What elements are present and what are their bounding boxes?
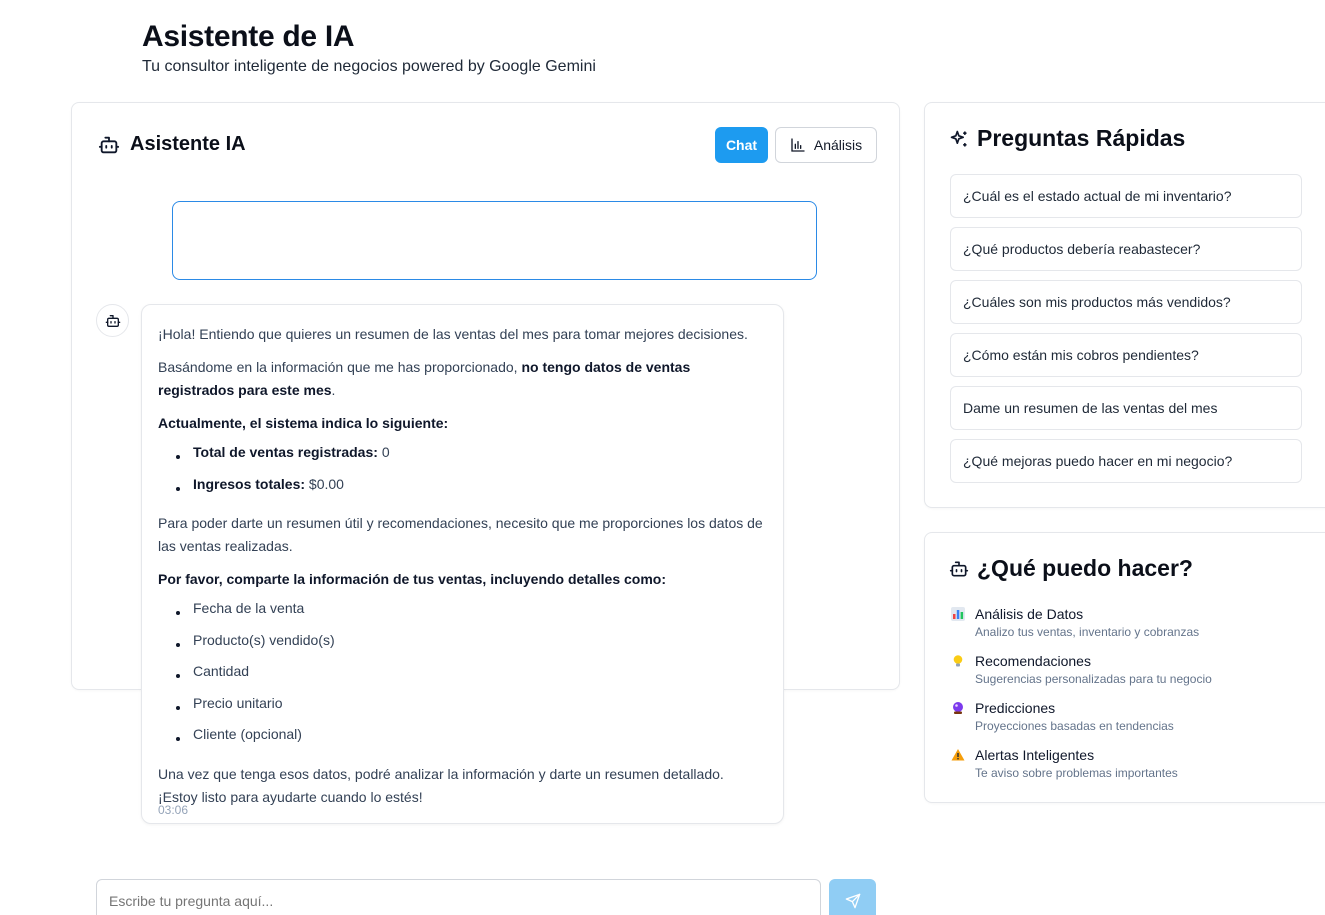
quick-question-button[interactable]: ¿Qué mejoras puedo hacer en mi negocio? xyxy=(950,439,1302,483)
user-message-bubble xyxy=(172,201,817,280)
capability-desc: Proyecciones basadas en tendencias xyxy=(975,719,1174,733)
list-item: Cantidad xyxy=(158,660,767,692)
message-timestamp: 03:06 xyxy=(158,803,189,817)
quick-questions-title: Preguntas Rápidas xyxy=(977,125,1186,151)
bar-chart-icon xyxy=(951,607,965,621)
page-header: Asistente de IA Tu consultor inteligente… xyxy=(142,20,596,76)
quick-question-button[interactable]: ¿Qué productos debería reabastecer? xyxy=(950,227,1302,271)
quick-question-button[interactable]: ¿Cuáles son mis productos más vendidos? xyxy=(950,280,1302,324)
page-title: Asistente de IA xyxy=(142,20,355,53)
capability-item: Alertas Inteligentes Te aviso sobre prob… xyxy=(951,746,1178,781)
list-item: Precio unitario xyxy=(158,692,767,724)
message-text: Basándome en la información que me has p… xyxy=(158,359,522,375)
capability-desc: Analizo tus ventas, inventario y cobranz… xyxy=(975,625,1200,639)
message-paragraph: Basándome en la información que me has p… xyxy=(158,356,767,402)
request-heading: Por favor, comparte la información de tu… xyxy=(158,571,667,587)
bot-icon xyxy=(105,314,120,327)
status-value: 0 xyxy=(381,444,390,460)
quick-question-button[interactable]: ¿Cómo están mis cobros pendientes? xyxy=(950,333,1302,377)
capability-name: Análisis de Datos xyxy=(975,606,1084,622)
capability-desc: Te aviso sobre problemas importantes xyxy=(975,766,1178,780)
warning-icon xyxy=(951,748,965,762)
capability-name: Recomendaciones xyxy=(975,653,1091,669)
list-item: Ingresos totales: $0.00 xyxy=(158,473,767,505)
capability-name: Predicciones xyxy=(975,700,1056,716)
tab-chat[interactable]: Chat xyxy=(715,127,768,163)
bot-avatar xyxy=(96,304,129,337)
list-item: Producto(s) vendido(s) xyxy=(158,629,767,661)
capabilities-panel: ¿Qué puedo hacer? Análisis de Datos Anal… xyxy=(924,532,1325,803)
quick-questions-header: Preguntas Rápidas xyxy=(949,125,1185,152)
status-heading: Actualmente, el sistema indica lo siguie… xyxy=(158,415,449,431)
tab-chat-label: Chat xyxy=(725,137,758,153)
chat-panel-header: Asistente IA xyxy=(98,133,246,156)
list-item: Total de ventas registradas: 0 xyxy=(158,441,767,473)
bar-chart-icon xyxy=(791,138,805,152)
chat-input[interactable] xyxy=(96,879,821,915)
status-value: $0.00 xyxy=(308,475,344,492)
message-greeting: ¡Hola! Entiendo que quieres un resumen d… xyxy=(158,326,748,342)
tab-analysis[interactable]: Análisis xyxy=(775,127,877,163)
capabilities-title: ¿Qué puedo hacer? xyxy=(977,555,1193,581)
send-icon xyxy=(845,893,860,909)
sparkles-icon xyxy=(950,130,967,146)
page-subtitle: Tu consultor inteligente de negocios pow… xyxy=(142,58,596,75)
chat-panel-title: Asistente IA xyxy=(130,133,246,155)
assistant-message: ¡Hola! Entiendo que quieres un resumen d… xyxy=(141,304,784,824)
status-label: Total de ventas registradas: xyxy=(193,444,378,460)
list-item: Fecha de la venta xyxy=(158,597,767,629)
capability-item: Análisis de Datos Analizo tus ventas, in… xyxy=(951,605,1199,640)
bot-icon xyxy=(98,136,120,153)
message-paragraph: Para poder darte un resumen útil y recom… xyxy=(158,515,763,554)
bot-icon xyxy=(949,561,969,576)
quick-question-button[interactable]: ¿Cuál es el estado actual de mi inventar… xyxy=(950,174,1302,218)
status-label: Ingresos totales: xyxy=(193,475,306,492)
quick-question-button[interactable]: Dame un resumen de las ventas del mes xyxy=(950,386,1302,430)
tab-analysis-label: Análisis xyxy=(813,137,863,153)
crystal-ball-icon xyxy=(951,701,965,715)
capability-name: Alertas Inteligentes xyxy=(975,747,1095,763)
lightbulb-icon xyxy=(951,654,965,668)
status-list: Total de ventas registradas: 0 Ingresos … xyxy=(158,441,767,504)
message-text: . xyxy=(331,382,336,398)
message-closing: Una vez que tenga esos datos, podré anal… xyxy=(158,765,724,805)
quick-questions-panel: Preguntas Rápidas ¿Cuál es el estado act… xyxy=(924,102,1325,508)
capabilities-header: ¿Qué puedo hacer? xyxy=(949,555,1193,582)
request-list: Fecha de la venta Producto(s) vendido(s)… xyxy=(158,597,767,755)
send-button[interactable] xyxy=(829,879,876,915)
capability-item: Predicciones Proyecciones basadas en ten… xyxy=(951,699,1174,734)
capability-desc: Sugerencias personalizadas para tu negoc… xyxy=(975,672,1212,686)
list-item: Cliente (opcional) xyxy=(158,723,767,755)
capability-item: Recomendaciones Sugerencias personalizad… xyxy=(951,652,1212,687)
